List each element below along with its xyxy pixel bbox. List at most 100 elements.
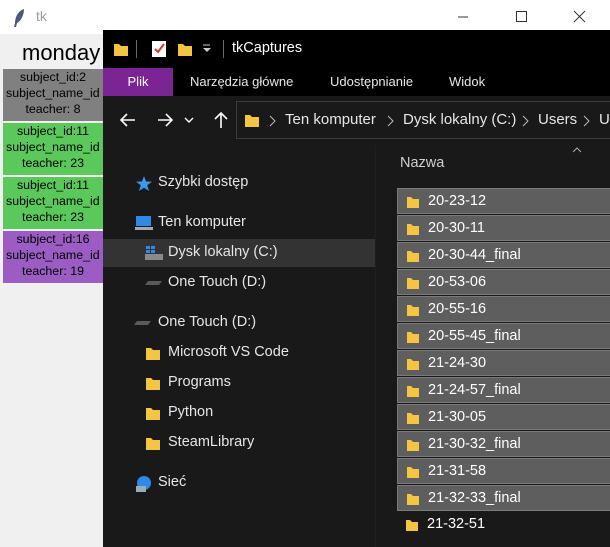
computer-icon — [135, 216, 153, 230]
column-header-name[interactable]: Nazwa — [400, 155, 444, 171]
card-subject-name: subject_name_id — [6, 248, 100, 262]
folder-icon — [407, 386, 419, 397]
file-name: 21-30-05 — [428, 409, 487, 425]
list-item[interactable]: 21-30-05 — [397, 404, 610, 430]
breadcrumb-this-pc[interactable]: Ten komputer — [285, 111, 376, 128]
list-item[interactable]: 20-53-06 — [397, 269, 610, 295]
sidebar-item-this-pc[interactable]: Ten komputer — [103, 209, 375, 237]
folder-icon — [407, 251, 419, 262]
sidebar-item-quick-access[interactable]: Szybki dostęp — [103, 169, 375, 197]
back-button[interactable] — [115, 107, 141, 133]
list-item[interactable]: 21-32-51 — [397, 512, 610, 538]
tab-home[interactable]: Narzędzia główne — [190, 68, 293, 96]
drive-icon — [145, 281, 162, 285]
drive-icon — [134, 321, 151, 325]
chevron-right-icon — [387, 115, 394, 127]
file-name: 20-30-44_final — [428, 247, 521, 263]
folder-icon — [146, 378, 160, 390]
card-teacher: teacher: 23 — [22, 156, 84, 170]
lesson-card[interactable]: subject_id:11 subject_name_id teacher: 2… — [3, 177, 103, 229]
folder-icon — [407, 413, 419, 424]
address-bar[interactable]: Ten komputer Dysk lokalny (C:) Users U — [236, 101, 610, 139]
file-name: 20-53-06 — [428, 274, 487, 290]
sidebar-item-drive-c[interactable]: Dysk lokalny (C:) — [103, 239, 375, 267]
card-subject-name: subject_name_id — [6, 86, 100, 100]
folder-icon — [407, 467, 419, 478]
sidebar-item-steamlibrary[interactable]: SteamLibrary — [103, 429, 375, 457]
maximize-icon — [516, 11, 527, 22]
explorer-window-title: tkCaptures — [232, 40, 303, 56]
folder-icon — [407, 359, 419, 370]
tk-window-title: tk — [36, 8, 47, 24]
folder-icon — [407, 494, 419, 505]
tab-view[interactable]: Widok — [449, 68, 485, 96]
folder-icon — [146, 438, 160, 450]
folder-icon — [114, 44, 128, 56]
sidebar-item-python[interactable]: Python — [103, 399, 375, 427]
file-name: 21-32-33_final — [428, 490, 521, 506]
folder-icon — [407, 305, 419, 316]
breadcrumb-user[interactable]: U — [599, 111, 610, 128]
file-name: 20-55-16 — [428, 301, 487, 317]
folder-icon — [407, 278, 419, 289]
arrow-right-icon — [158, 113, 174, 127]
sidebar-item-vs-code[interactable]: Microsoft VS Code — [103, 339, 375, 367]
lesson-card[interactable]: subject_id:16 subject_name_id teacher: 1… — [3, 231, 103, 283]
file-name: 20-55-45_final — [428, 328, 521, 344]
minimize-button[interactable] — [440, 0, 486, 34]
tab-file[interactable]: Plik — [103, 68, 173, 96]
close-button[interactable] — [557, 0, 603, 34]
folder-icon — [146, 408, 160, 420]
list-item[interactable]: 21-30-32_final — [397, 431, 610, 457]
list-item[interactable]: 21-32-33_final — [397, 485, 610, 511]
explorer-window: tkCaptures Plik Narzędzia główne Udostęp… — [103, 30, 610, 547]
card-subject-name: subject_name_id — [6, 140, 100, 154]
up-button[interactable] — [208, 107, 234, 133]
sidebar-item-label: One Touch (D:) — [168, 274, 267, 290]
maximize-button[interactable] — [498, 0, 544, 34]
list-item[interactable]: 21-24-30 — [397, 350, 610, 376]
windows-drive-icon — [145, 246, 163, 260]
ribbon-tabs: Plik Narzędzia główne Udostępnianie Wido… — [103, 68, 610, 96]
day-label: monday — [22, 40, 101, 65]
list-item[interactable]: 20-30-44_final — [397, 242, 610, 268]
breadcrumb-users[interactable]: Users — [538, 111, 577, 128]
list-item[interactable]: 20-55-16 — [397, 296, 610, 322]
breadcrumb-drive-c[interactable]: Dysk lokalny (C:) — [403, 111, 516, 128]
chevron-right-icon — [269, 115, 276, 127]
tk-titlebar[interactable]: tk — [0, 0, 610, 34]
forward-button[interactable] — [153, 107, 179, 133]
list-item[interactable]: 21-24-57_final — [397, 377, 610, 403]
new-folder-icon[interactable] — [177, 41, 193, 57]
navigation-pane: Szybki dostęp Ten komputer Dysk lokalny … — [103, 146, 375, 547]
chevron-right-icon — [522, 115, 529, 127]
file-name: 20-30-11 — [428, 220, 485, 236]
folder-icon — [407, 197, 419, 208]
sidebar-item-drive-d[interactable]: One Touch (D:) — [103, 269, 375, 297]
lesson-card[interactable]: subject_id:2 subject_name_id teacher: 8 — [3, 69, 103, 121]
tab-share[interactable]: Udostępnianie — [330, 68, 413, 96]
sidebar-item-label: One Touch (D:) — [158, 314, 257, 330]
navigation-bar: Ten komputer Dysk lokalny (C:) Users U — [103, 96, 610, 146]
sidebar-item-label: Python — [168, 404, 214, 420]
star-icon — [136, 176, 152, 191]
sidebar-item-one-touch[interactable]: One Touch (D:) — [103, 309, 375, 337]
sidebar-item-label: Dysk lokalny (C:) — [168, 244, 278, 260]
lesson-card[interactable]: subject_id:11 subject_name_id teacher: 2… — [3, 123, 103, 175]
file-name: 21-24-30 — [428, 355, 487, 371]
card-subject-id: subject_id:2 — [19, 70, 87, 84]
toolbar-divider — [136, 40, 137, 58]
sidebar-item-programs[interactable]: Programs — [103, 369, 375, 397]
card-subject-id: subject_id:11 — [16, 124, 90, 138]
customize-toolbar-icon[interactable] — [202, 43, 212, 55]
list-item[interactable]: 20-55-45_final — [397, 323, 610, 349]
properties-icon[interactable] — [151, 40, 168, 58]
list-item[interactable]: 20-30-11 — [397, 215, 610, 241]
recent-locations-button[interactable] — [183, 107, 195, 133]
explorer-titlebar[interactable]: tkCaptures — [103, 30, 610, 68]
sidebar-item-network[interactable]: Sieć — [103, 469, 375, 497]
feather-icon — [14, 9, 24, 27]
list-item[interactable]: 20-23-12 — [397, 188, 610, 214]
sidebar-item-label: Microsoft VS Code — [168, 344, 289, 360]
list-item[interactable]: 21-31-58 — [397, 458, 610, 484]
